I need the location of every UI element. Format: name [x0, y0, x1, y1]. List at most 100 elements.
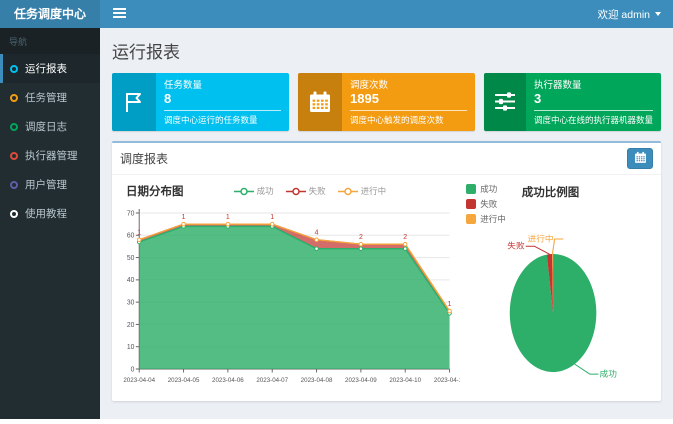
flag-icon — [122, 90, 146, 114]
legend-item-成功[interactable]: 成功 — [234, 185, 274, 197]
flag-icon-box — [112, 73, 156, 131]
sidebar-item-4[interactable]: 用户管理 — [0, 170, 100, 199]
legend-item-进行中[interactable]: 进行中 — [338, 185, 387, 197]
card-value: 3 — [534, 91, 653, 108]
circle-icon — [10, 181, 18, 189]
stat-card-0: 任务数量 8 调度中心运行的任务数量 — [112, 73, 289, 131]
sidebar: 导航 运行报表任务管理调度日志执行器管理用户管理使用教程 — [0, 28, 100, 419]
circle-icon — [10, 210, 18, 218]
stat-cards-row: 任务数量 8 调度中心运行的任务数量 调度次数 1895 调度中心触发的调度次数… — [112, 73, 661, 131]
sliders-icon — [493, 90, 517, 114]
line-marker-icon — [234, 187, 254, 196]
pie-chart-title: 成功比例图 — [522, 184, 580, 200]
top-header: 任务调度中心 欢迎 admin — [0, 0, 673, 28]
sidebar-item-2[interactable]: 调度日志 — [0, 112, 100, 141]
card-description: 调度中心在线的执行器机器数量 — [534, 111, 653, 131]
date-range-button[interactable] — [627, 148, 653, 169]
sliders-icon-box — [484, 73, 526, 131]
svg-text:1: 1 — [226, 213, 230, 221]
calendar-icon — [634, 151, 647, 164]
sidebar-menu: 运行报表任务管理调度日志执行器管理用户管理使用教程 — [0, 54, 100, 228]
svg-text:1: 1 — [270, 213, 274, 221]
pie-legend-item-失败[interactable]: 失败 — [466, 198, 506, 210]
sidebar-item-label: 使用教程 — [25, 206, 67, 221]
sidebar-item-label: 执行器管理 — [25, 148, 78, 163]
sidebar-item-label: 调度日志 — [25, 119, 67, 134]
card-title: 执行器数量 — [534, 77, 653, 91]
sidebar-item-3[interactable]: 执行器管理 — [0, 141, 100, 170]
calendar-icon — [634, 151, 647, 167]
svg-text:2: 2 — [359, 233, 363, 241]
card-title: 任务数量 — [164, 77, 281, 91]
svg-text:成功: 成功 — [600, 369, 617, 379]
caret-down-icon — [655, 12, 661, 16]
card-title: 调度次数 — [350, 77, 467, 91]
svg-text:2023-04-10: 2023-04-10 — [389, 377, 421, 384]
line-marker-icon — [338, 187, 358, 196]
card-value: 1895 — [350, 91, 467, 108]
svg-text:4: 4 — [315, 229, 319, 237]
panel-title: 调度报表 — [120, 150, 168, 167]
navbar: 欢迎 admin — [100, 0, 673, 28]
sidebar-item-0[interactable]: 运行报表 — [0, 54, 100, 83]
svg-text:60: 60 — [127, 233, 135, 240]
circle-icon — [10, 123, 18, 131]
svg-text:20: 20 — [127, 322, 135, 329]
legend-swatch-icon — [466, 199, 476, 209]
pie-chart-legend: 成功失败进行中 — [460, 181, 506, 225]
line-chart-header: 日期分布图 成功失败进行中 — [114, 181, 460, 199]
svg-text:70: 70 — [127, 210, 135, 217]
pie-legend-item-成功[interactable]: 成功 — [466, 183, 506, 195]
sidebar-item-label: 任务管理 — [25, 90, 67, 105]
sidebar-item-5[interactable]: 使用教程 — [0, 199, 100, 228]
svg-text:50: 50 — [127, 255, 135, 262]
brand-logo[interactable]: 任务调度中心 — [0, 0, 100, 28]
calendar-icon — [308, 90, 332, 114]
hamburger-icon — [113, 8, 126, 10]
panel-body: 日期分布图 成功失败进行中 0102030405060702023-04-042… — [112, 175, 661, 401]
panel-header: 调度报表 — [112, 143, 661, 175]
svg-text:2023-04-11: 2023-04-11 — [434, 377, 460, 384]
user-menu[interactable]: 欢迎 admin — [585, 0, 673, 28]
card-description: 调度中心触发的调度次数 — [350, 111, 467, 131]
svg-text:1: 1 — [137, 229, 141, 237]
circle-icon — [10, 65, 18, 73]
legend-item-失败[interactable]: 失败 — [286, 185, 326, 197]
line-chart-block: 日期分布图 成功失败进行中 0102030405060702023-04-042… — [114, 181, 460, 399]
pie-chart-block: 成功失败进行中 成功比例图 成功失败进行中 — [460, 181, 655, 399]
date-distribution-chart[interactable]: 0102030405060702023-04-042023-04-052023-… — [114, 199, 460, 399]
svg-text:进行中: 进行中 — [528, 234, 554, 244]
legend-swatch-icon — [466, 184, 476, 194]
page-title: 运行报表 — [112, 38, 661, 63]
stat-card-2: 执行器数量 3 调度中心在线的执行器机器数量 — [484, 73, 661, 131]
svg-text:2023-04-05: 2023-04-05 — [168, 377, 200, 384]
sidebar-toggle-button[interactable] — [100, 0, 138, 28]
line-marker-icon — [286, 187, 306, 196]
sidebar-item-label: 用户管理 — [25, 177, 67, 192]
line-chart-legend: 成功失败进行中 — [234, 185, 387, 197]
card-description: 调度中心运行的任务数量 — [164, 111, 281, 131]
report-panel: 调度报表 日期分布图 成功失败进行中 0102030405060702023-0… — [112, 141, 661, 401]
svg-text:2023-04-04: 2023-04-04 — [123, 377, 155, 384]
circle-icon — [10, 152, 18, 160]
svg-text:1: 1 — [448, 300, 452, 308]
card-value: 8 — [164, 91, 281, 108]
svg-text:30: 30 — [127, 299, 135, 306]
pie-legend-item-进行中[interactable]: 进行中 — [466, 213, 506, 225]
content-area: 运行报表 任务数量 8 调度中心运行的任务数量 调度次数 1895 调度中心触发… — [100, 28, 673, 424]
sidebar-nav-label: 导航 — [0, 28, 100, 54]
svg-text:失败: 失败 — [508, 241, 526, 251]
bottom-strip — [0, 419, 673, 424]
welcome-label: 欢迎 admin — [597, 7, 650, 22]
pie-chart-header: 成功失败进行中 成功比例图 — [460, 181, 655, 225]
svg-text:0: 0 — [131, 366, 135, 373]
brand-title: 任务调度中心 — [14, 7, 86, 21]
svg-text:2023-04-06: 2023-04-06 — [212, 377, 244, 384]
success-ratio-pie-chart[interactable]: 成功 失败进行中 — [460, 225, 655, 395]
legend-swatch-icon — [466, 214, 476, 224]
svg-text:2023-04-09: 2023-04-09 — [345, 377, 377, 384]
sidebar-item-1[interactable]: 任务管理 — [0, 83, 100, 112]
svg-text:2023-04-08: 2023-04-08 — [301, 377, 333, 384]
svg-text:2023-04-07: 2023-04-07 — [256, 377, 288, 384]
svg-text:10: 10 — [127, 344, 135, 351]
